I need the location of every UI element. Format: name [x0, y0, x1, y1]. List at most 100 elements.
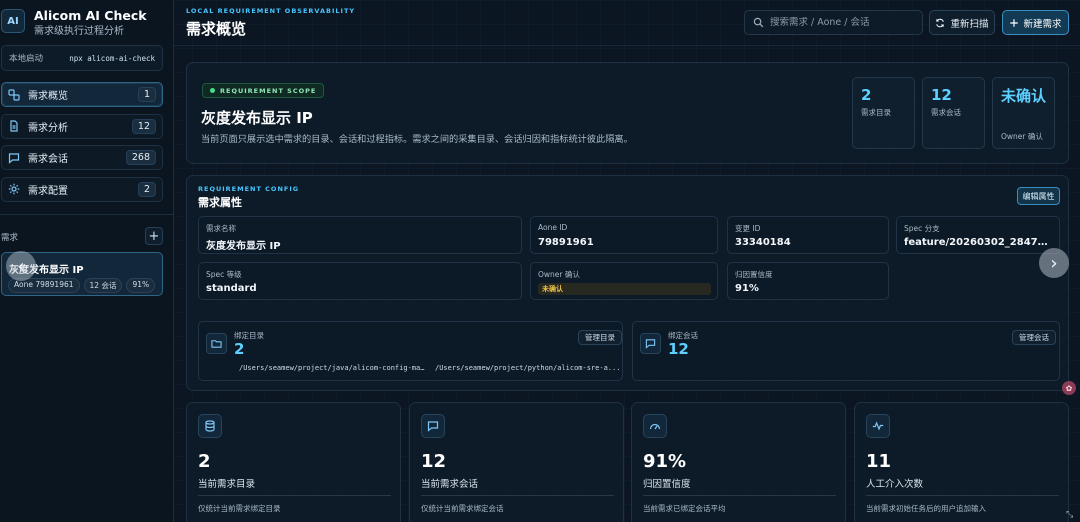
bound-sessions-box: 绑定会话 12 管理会话 [632, 321, 1060, 381]
chat-icon [640, 333, 661, 354]
brand: AI Alicom AI Check 需求级执行过程分析 [0, 6, 174, 38]
field-change-id: 变更 ID 33340184 [727, 216, 889, 254]
document-icon [8, 120, 20, 132]
launch-command[interactable]: npx alicom-ai-check [69, 54, 155, 63]
scope-badge: REQUIREMENT SCOPE [202, 83, 325, 98]
gear-icon [8, 183, 20, 195]
manage-directories-button[interactable]: 管理目录 [578, 330, 622, 345]
sidebar-item-count: 268 [125, 150, 156, 165]
metric-value: 91% [643, 451, 687, 472]
owner-status-text: 未确认 [542, 285, 563, 293]
refresh-icon [935, 18, 945, 28]
search-input[interactable] [770, 17, 910, 28]
metric-value: 2 [198, 451, 211, 472]
field-value: 灰度发布显示 IP [206, 241, 281, 252]
field-spec-level: Spec 等级 standard [198, 262, 522, 300]
launch-label: 本地启动 [9, 54, 44, 64]
chevron-left-icon: ‹ [17, 255, 25, 277]
stat-label: 需求目录 [861, 108, 891, 117]
metric-value: 12 [421, 451, 447, 472]
sidebar-item-label: 需求分析 [28, 122, 68, 134]
stat-label: 需求会话 [931, 108, 961, 117]
metric-label: 人工介入次数 [866, 479, 924, 490]
stat-owner-confirm: 未确认 Owner 确认 [992, 77, 1055, 149]
sidebar-item-label: 需求配置 [28, 185, 68, 197]
rescan-button[interactable]: 重新扫描 [929, 10, 995, 35]
sidebar-item-analysis[interactable]: 需求分析 12 [1, 113, 163, 139]
sidebar-item-config[interactable]: 需求配置 2 [1, 176, 163, 202]
edit-attributes-button[interactable]: 编辑属性 [1017, 187, 1060, 205]
sidebar-nav: 需求概览 1 需求分析 12 需求会话 268 需求配置 2 [1, 82, 163, 208]
page-title: 需求概览 [186, 20, 247, 38]
field-label: Owner 确认 [538, 270, 580, 279]
chat-icon [8, 152, 20, 164]
field-owner-confirm: Owner 确认 未确认 [530, 262, 718, 300]
sidebar-item-count: 2 [137, 181, 156, 197]
bound-directories-box: 绑定目录 2 管理目录 /Users/seamew/project/java/a… [198, 321, 623, 381]
metric-divider [866, 495, 1059, 496]
field-aone-id: Aone ID 79891961 [530, 216, 718, 254]
metric-label: 当前需求会话 [421, 479, 479, 490]
pulse-icon [866, 414, 890, 438]
requirements-section-label: 需求 [1, 233, 19, 243]
field-spec-branch: Spec 分支 feature/20260302_28470007_... [896, 216, 1060, 254]
field-value: 91% [735, 283, 759, 294]
metric-card-interventions: 11 人工介入次数 当前需求初始任务后的用户追加输入 [854, 402, 1069, 522]
stat-value: 12 [931, 86, 952, 104]
new-requirement-button[interactable]: 新建需求 [1002, 10, 1069, 35]
field-value: standard [206, 283, 257, 294]
confidence-tag: 91% [126, 278, 156, 293]
sidebar-item-overview[interactable]: 需求概览 1 [1, 82, 163, 107]
metric-description: 当前需求初始任务后的用户追加输入 [866, 504, 986, 513]
chat-icon [421, 414, 445, 438]
local-launch-box: 本地启动 npx alicom-ai-check [1, 45, 163, 71]
plus-icon [1009, 18, 1019, 28]
top-header: LOCAL REQUIREMENT OBSERVABILITY 需求概览 重新扫… [174, 0, 1080, 46]
config-title: 需求属性 [198, 196, 242, 209]
field-label: 需求名称 [206, 224, 236, 233]
stat-value: 2 [861, 86, 872, 104]
field-confidence: 归因置信度 91% [727, 262, 889, 300]
stat-directories: 2 需求目录 [852, 77, 915, 149]
sidebar-divider [0, 214, 174, 215]
metric-description: 仅统计当前需求绑定会话 [421, 504, 504, 513]
manage-sessions-button[interactable]: 管理会话 [1012, 330, 1056, 345]
sidebar-item-count: 12 [131, 118, 156, 134]
carousel-next-button[interactable]: › [1039, 248, 1069, 278]
metric-label: 当前需求目录 [198, 479, 256, 490]
field-label: Aone ID [538, 223, 568, 232]
database-icon [198, 414, 222, 438]
stat-value: 未确认 [1001, 87, 1047, 105]
chevron-right-icon: › [1050, 252, 1058, 274]
new-requirement-label: 新建需求 [1023, 18, 1062, 30]
sidebar-item-label: 需求概览 [28, 91, 68, 102]
directory-path: /Users/seamew/project/python/alicom-sre-… [435, 364, 621, 372]
assistant-icon[interactable]: ✿ [1062, 381, 1076, 395]
sidebar-item-sessions[interactable]: 需求会话 268 [1, 145, 163, 170]
app-name: Alicom AI Check [34, 8, 147, 23]
search-box[interactable] [744, 10, 923, 35]
field-value: 33340184 [735, 237, 791, 248]
app-logo: AI [1, 9, 25, 33]
expand-icon[interactable]: ⤡ [1066, 510, 1078, 522]
field-label: Spec 分支 [904, 224, 940, 233]
field-value: 79891961 [538, 237, 594, 248]
folder-icon [206, 333, 227, 354]
directory-path: /Users/seamew/project/java/alicom-config… [239, 364, 427, 372]
stat-sessions: 12 需求会话 [922, 77, 985, 149]
add-requirement-button[interactable]: + [145, 227, 163, 245]
field-value: feature/20260302_28470007_... [904, 237, 1054, 248]
carousel-prev-button[interactable]: ‹ [6, 251, 36, 281]
metric-card-confidence: 91% 归因置信度 当前需求已绑定会话平均 [631, 402, 846, 522]
owner-status-badge: 未确认 [538, 283, 711, 295]
field-requirement-name: 需求名称 灰度发布显示 IP [198, 216, 522, 254]
status-dot [210, 88, 215, 93]
config-eyebrow: REQUIREMENT CONFIG [198, 185, 300, 193]
field-label: Spec 等级 [206, 270, 242, 279]
metric-divider [643, 495, 836, 496]
metric-card-sessions: 12 当前需求会话 仅统计当前需求绑定会话 [409, 402, 624, 522]
metric-divider [421, 495, 614, 496]
metric-description: 仅统计当前需求绑定目录 [198, 504, 281, 513]
sidebar-item-label: 需求会话 [28, 154, 68, 165]
sidebar-item-count: 1 [137, 87, 156, 102]
